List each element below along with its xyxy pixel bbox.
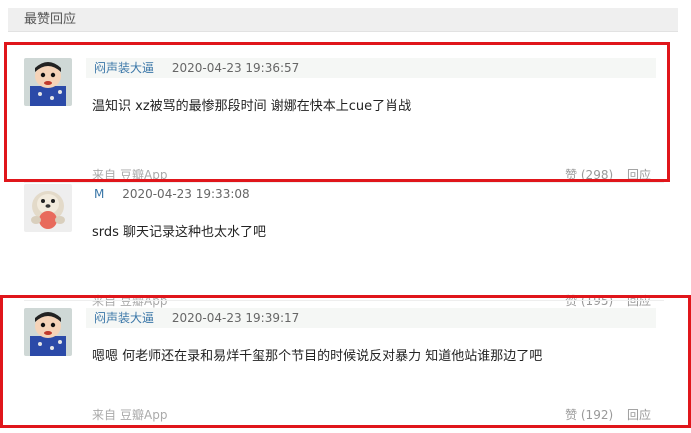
- comment-text: 温知识 xz被骂的最惨那段时间 谢娜在快本上cue了肖战: [92, 99, 412, 114]
- comment-time: 2020-04-23 19:33:08: [122, 187, 250, 201]
- crayon-shin-chan-avatar-icon[interactable]: [24, 308, 72, 356]
- like-button[interactable]: 赞 (298): [565, 168, 613, 182]
- source-prefix: 来自: [92, 294, 117, 308]
- comment-meta: M 2020-04-23 19:33:08: [86, 184, 656, 204]
- section-title: 最赞回应: [24, 12, 77, 27]
- comment-item: 闷声装大逼 2020-04-23 19:39:17 嗯嗯 何老师还在录和易烊千玺…: [0, 308, 691, 433]
- comment-text: 嗯嗯 何老师还在录和易烊千玺那个节目的时候说反对暴力 知道他站谁那边了吧: [92, 349, 543, 364]
- comment-source: 来自 豆瓣App: [92, 406, 167, 423]
- divider: [24, 300, 664, 301]
- source-app: 豆瓣App: [120, 168, 168, 182]
- comment-meta: 闷声装大逼 2020-04-23 19:36:57: [86, 58, 656, 78]
- comment-time: 2020-04-23 19:36:57: [171, 61, 300, 75]
- comment-username[interactable]: 闷声装大逼: [94, 61, 154, 75]
- comment-item: M 2020-04-23 19:33:08 srds 聊天记录这种也太水了吧 来…: [0, 184, 691, 309]
- crayon-shin-chan-avatar-icon[interactable]: [24, 58, 72, 106]
- source-prefix: 来自: [92, 168, 117, 182]
- source-app: 豆瓣App: [120, 294, 168, 308]
- source-app: 豆瓣App: [120, 408, 168, 422]
- comment-actions: 赞 (298) 回应: [555, 166, 651, 183]
- comment-item: 闷声装大逼 2020-04-23 19:36:57 温知识 xz被骂的最惨那段时…: [0, 58, 691, 183]
- comment-username[interactable]: M: [94, 187, 104, 201]
- comment-text: srds 聊天记录这种也太水了吧: [92, 225, 267, 240]
- comment-username[interactable]: 闷声装大逼: [94, 311, 154, 325]
- comment-actions: 赞 (192) 回应: [555, 406, 651, 423]
- reply-button[interactable]: 回应: [627, 168, 651, 182]
- section-header: 最赞回应: [8, 8, 678, 32]
- comment-time: 2020-04-23 19:39:17: [171, 311, 300, 325]
- divider: [24, 182, 664, 183]
- reply-button[interactable]: 回应: [627, 408, 651, 422]
- comment-meta: 闷声装大逼 2020-04-23 19:39:17: [86, 308, 656, 328]
- comment-source: 来自 豆瓣App: [92, 166, 167, 183]
- reply-button[interactable]: 回应: [627, 294, 651, 308]
- like-button[interactable]: 赞 (195): [565, 294, 613, 308]
- otter-avatar-icon[interactable]: [24, 184, 72, 232]
- like-button[interactable]: 赞 (192): [565, 408, 613, 422]
- source-prefix: 来自: [92, 408, 117, 422]
